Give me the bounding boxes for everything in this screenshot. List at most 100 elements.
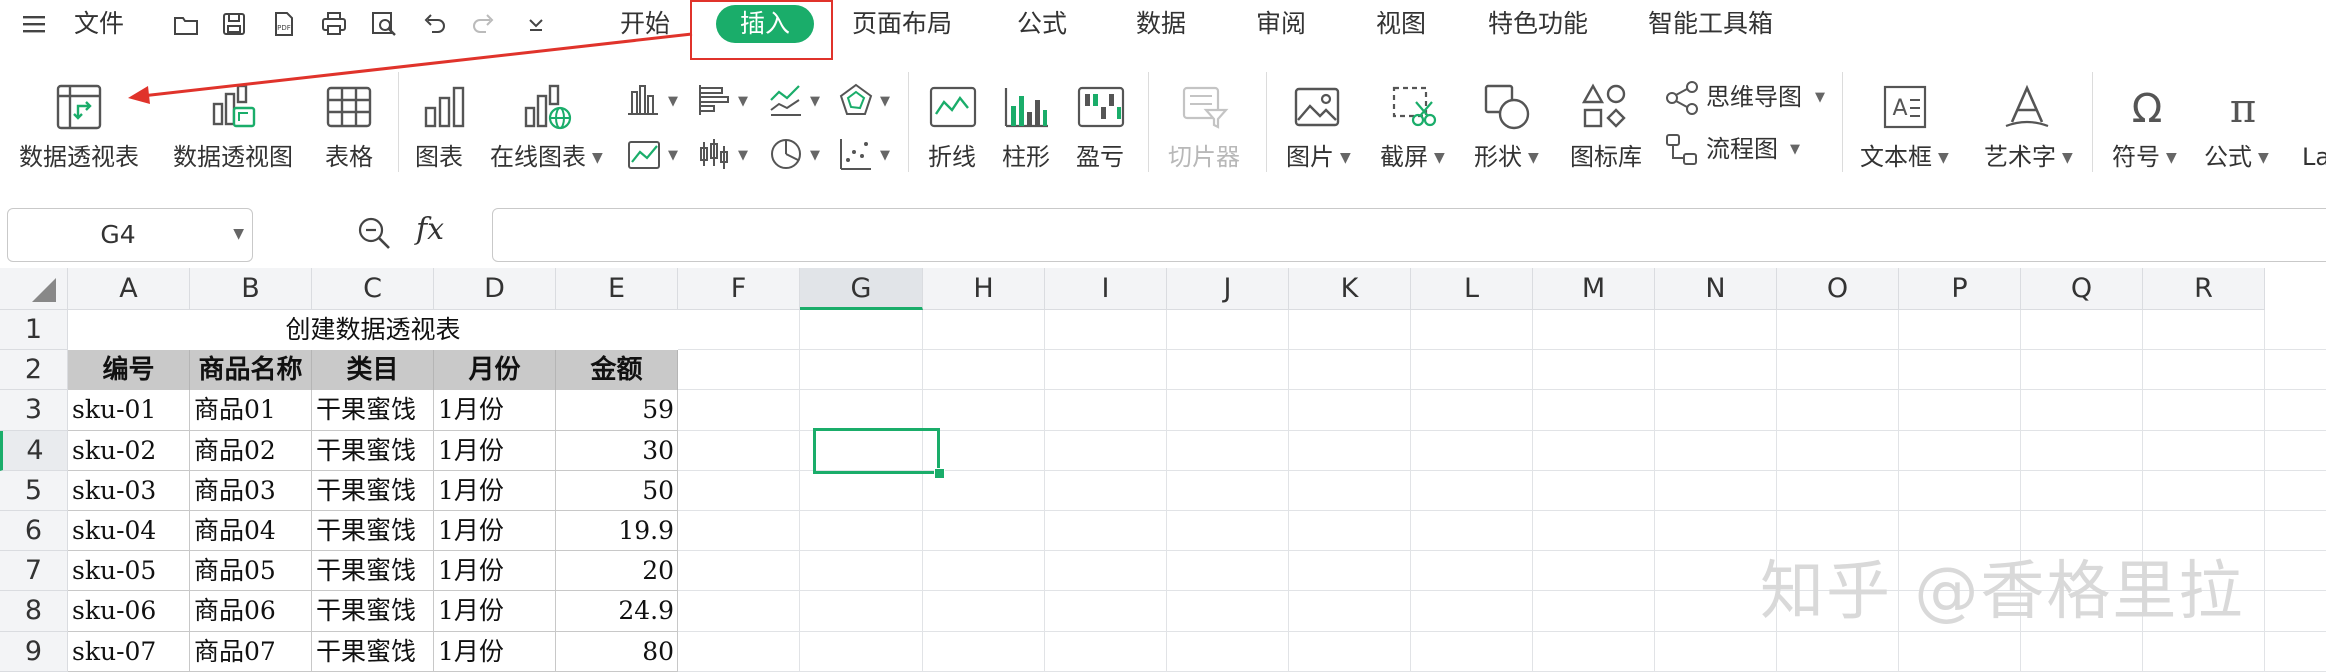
table-cell[interactable]: sku-06 bbox=[72, 591, 186, 631]
row-header-9[interactable]: 9 bbox=[0, 631, 68, 672]
online-chart-button[interactable]: 在线图表 ▼ bbox=[488, 60, 618, 185]
table-cell[interactable]: 1月份 bbox=[438, 591, 552, 631]
undo-icon[interactable] bbox=[420, 10, 448, 38]
print-icon[interactable] bbox=[320, 10, 348, 38]
mind-map-caret[interactable]: ▼ bbox=[1815, 90, 1825, 105]
column-header-f[interactable]: F bbox=[678, 268, 800, 310]
row-header-3[interactable]: 3 bbox=[0, 390, 68, 431]
word-art-button[interactable]: 艺术字 ▼ bbox=[1976, 60, 2076, 185]
row-header-2[interactable]: 2 bbox=[0, 350, 68, 391]
column-header-j[interactable]: J bbox=[1167, 268, 1289, 310]
table-cell[interactable]: 19.9 bbox=[560, 511, 674, 551]
table-header-cell[interactable]: 月份 bbox=[434, 350, 556, 391]
table-cell[interactable]: 干果蜜饯 bbox=[316, 591, 430, 631]
column-header-o[interactable]: O bbox=[1777, 268, 1899, 310]
area-chart-caret[interactable]: ▼ bbox=[668, 148, 678, 163]
tab-data[interactable]: 数据 bbox=[1136, 8, 1186, 40]
tab-special-features[interactable]: 特色功能 bbox=[1488, 8, 1588, 40]
table-cell[interactable]: sku-07 bbox=[72, 632, 186, 672]
tab-review[interactable]: 审阅 bbox=[1256, 8, 1306, 40]
table-cell[interactable]: 30 bbox=[560, 431, 674, 471]
zoom-search-icon[interactable] bbox=[356, 215, 392, 251]
scatter-chart-icon[interactable] bbox=[838, 136, 874, 172]
column-header-p[interactable]: P bbox=[1899, 268, 2021, 310]
column-header-c[interactable]: C bbox=[312, 268, 434, 310]
name-box[interactable]: G4 ▼ bbox=[7, 208, 253, 262]
row-header-5[interactable]: 5 bbox=[0, 470, 68, 511]
table-cell[interactable]: 1月份 bbox=[438, 471, 552, 511]
row-header-6[interactable]: 6 bbox=[0, 511, 68, 552]
table-button[interactable]: 表格 bbox=[318, 60, 380, 185]
slicer-button[interactable]: 切片器 bbox=[1160, 60, 1250, 185]
sparkline-winloss-button[interactable]: 盈亏 bbox=[1068, 60, 1134, 185]
table-cell[interactable]: 1月份 bbox=[438, 551, 552, 591]
scatter-chart-caret[interactable]: ▼ bbox=[880, 148, 890, 163]
truncated-button-label[interactable]: La bbox=[2302, 142, 2326, 172]
hamburger-menu-icon[interactable] bbox=[20, 10, 48, 38]
tab-home[interactable]: 开始 bbox=[620, 8, 670, 40]
pivot-chart-button[interactable]: 数据透视图 bbox=[170, 60, 310, 185]
table-cell[interactable]: 50 bbox=[560, 471, 674, 511]
chart-button[interactable]: 图表 bbox=[410, 60, 480, 185]
symbol-button[interactable]: Ω 符号 ▼ bbox=[2104, 60, 2188, 185]
line-chart-icon[interactable] bbox=[768, 82, 804, 118]
area-chart-icon[interactable] bbox=[626, 136, 662, 172]
row-header-7[interactable]: 7 bbox=[0, 551, 68, 592]
line-chart-caret[interactable]: ▼ bbox=[810, 94, 820, 109]
active-cell-selection[interactable] bbox=[813, 428, 940, 474]
row-header-1[interactable]: 1 bbox=[0, 310, 68, 351]
radar-chart-icon[interactable] bbox=[838, 82, 874, 118]
save-icon[interactable] bbox=[220, 10, 248, 38]
tab-page-layout[interactable]: 页面布局 bbox=[852, 8, 952, 40]
print-preview-icon[interactable] bbox=[370, 10, 398, 38]
open-folder-icon[interactable] bbox=[172, 10, 200, 38]
table-cell[interactable]: 1月份 bbox=[438, 632, 552, 672]
table-cell[interactable]: 1月份 bbox=[438, 511, 552, 551]
table-cell[interactable]: 商品01 bbox=[194, 390, 308, 430]
bar-chart-caret[interactable]: ▼ bbox=[738, 94, 748, 109]
column-header-i[interactable]: I bbox=[1045, 268, 1167, 310]
table-cell[interactable]: 干果蜜饯 bbox=[316, 632, 430, 672]
column-header-g[interactable]: G bbox=[800, 268, 923, 310]
column-header-n[interactable]: N bbox=[1655, 268, 1777, 310]
table-cell[interactable]: 干果蜜饯 bbox=[316, 390, 430, 430]
table-cell[interactable]: 商品02 bbox=[194, 431, 308, 471]
file-menu[interactable]: 文件 bbox=[74, 8, 124, 40]
icon-library-button[interactable]: 图标库 bbox=[1562, 60, 1648, 185]
table-cell[interactable]: 24.9 bbox=[560, 591, 674, 631]
column-header-h[interactable]: H bbox=[923, 268, 1045, 310]
fill-handle[interactable] bbox=[934, 468, 945, 479]
table-header-cell[interactable]: 类目 bbox=[312, 350, 434, 391]
flowchart-caret[interactable]: ▼ bbox=[1790, 142, 1800, 157]
stock-chart-icon[interactable] bbox=[696, 136, 732, 172]
tab-view[interactable]: 视图 bbox=[1376, 8, 1426, 40]
bar-chart-horizontal-icon[interactable] bbox=[696, 82, 732, 118]
table-cell[interactable]: 干果蜜饯 bbox=[316, 551, 430, 591]
column-header-b[interactable]: B bbox=[190, 268, 312, 310]
sparkline-column-button[interactable]: 柱形 bbox=[994, 60, 1060, 185]
column-header-d[interactable]: D bbox=[434, 268, 556, 310]
table-cell[interactable]: 干果蜜饯 bbox=[316, 511, 430, 551]
column-header-e[interactable]: E bbox=[556, 268, 678, 310]
sparkline-line-button[interactable]: 折线 bbox=[920, 60, 986, 185]
table-cell[interactable]: 20 bbox=[560, 551, 674, 591]
table-cell[interactable]: sku-05 bbox=[72, 551, 186, 591]
name-box-dropdown-icon[interactable]: ▼ bbox=[233, 226, 244, 242]
column-chart-caret[interactable]: ▼ bbox=[668, 94, 678, 109]
column-chart-icon[interactable] bbox=[626, 82, 662, 118]
table-cell[interactable]: sku-01 bbox=[72, 390, 186, 430]
export-pdf-icon[interactable]: PDF bbox=[270, 10, 298, 38]
table-cell[interactable]: 1月份 bbox=[438, 390, 552, 430]
table-cell[interactable]: 商品04 bbox=[194, 511, 308, 551]
row-header-8[interactable]: 8 bbox=[0, 591, 68, 632]
tab-formulas[interactable]: 公式 bbox=[1017, 8, 1067, 40]
flowchart-icon[interactable] bbox=[1664, 132, 1700, 168]
column-header-a[interactable]: A bbox=[68, 268, 190, 310]
column-header-l[interactable]: L bbox=[1411, 268, 1533, 310]
table-cell[interactable]: 80 bbox=[560, 632, 674, 672]
table-cell[interactable]: 商品03 bbox=[194, 471, 308, 511]
redo-icon[interactable] bbox=[470, 10, 498, 38]
select-all-corner[interactable] bbox=[0, 268, 68, 310]
column-header-m[interactable]: M bbox=[1533, 268, 1655, 310]
table-cell[interactable]: 59 bbox=[560, 390, 674, 430]
